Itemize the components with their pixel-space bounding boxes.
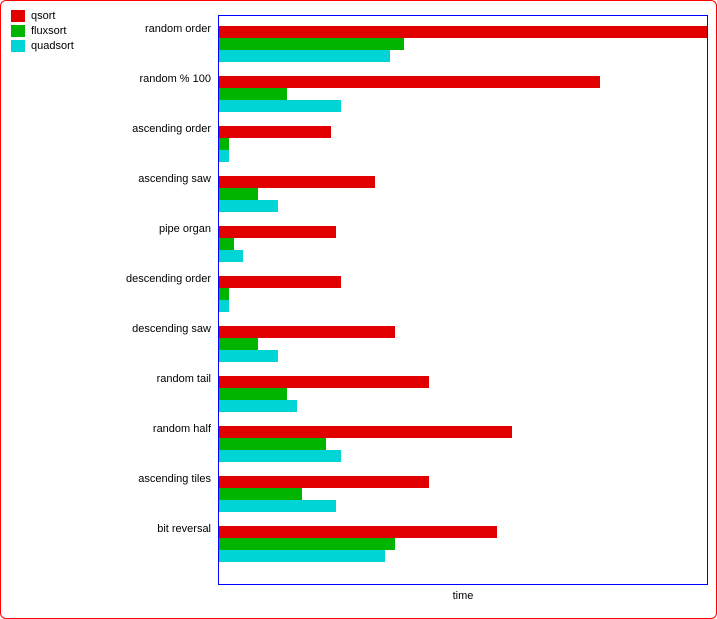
bar-quadsort — [219, 250, 243, 262]
bar-qsort — [219, 426, 512, 438]
y-tick-label: random tail — [11, 373, 211, 385]
bar-group: random tail — [219, 376, 707, 412]
legend-item-quadsort: quadsort — [11, 39, 74, 53]
bar-group: ascending saw — [219, 176, 707, 212]
y-tick-label: ascending order — [11, 123, 211, 135]
y-tick-label: random half — [11, 423, 211, 435]
bar-qsort — [219, 76, 600, 88]
bar-qsort — [219, 26, 707, 38]
bar-fluxsort — [219, 38, 404, 50]
y-tick-label: descending saw — [11, 323, 211, 335]
bar-group: random % 100 — [219, 76, 707, 112]
y-tick-label: bit reversal — [11, 523, 211, 535]
bar-fluxsort — [219, 338, 258, 350]
legend-swatch-icon — [11, 10, 25, 22]
bar-quadsort — [219, 550, 385, 562]
y-tick-label: ascending tiles — [11, 473, 211, 485]
chart-frame: qsort fluxsort quadsort random orderrand… — [0, 0, 717, 619]
bar-group: ascending tiles — [219, 476, 707, 512]
bar-group: random half — [219, 426, 707, 462]
bar-fluxsort — [219, 288, 229, 300]
legend-item-qsort: qsort — [11, 9, 74, 23]
bar-fluxsort — [219, 238, 234, 250]
bar-fluxsort — [219, 138, 229, 150]
plot-area: random order random % 100 ascending order a… — [218, 15, 708, 585]
bar-quadsort — [219, 500, 336, 512]
bar-quadsort — [219, 350, 278, 362]
bar-group: ascending order — [219, 126, 707, 162]
y-tick-label: descending order — [11, 273, 211, 285]
bar-group: pipe organ — [219, 226, 707, 262]
bar-qsort — [219, 376, 429, 388]
bar-qsort — [219, 226, 336, 238]
bar-quadsort — [219, 300, 229, 312]
bar-quadsort — [219, 150, 229, 162]
y-tick-label: ascending saw — [11, 173, 211, 185]
bar-qsort — [219, 176, 375, 188]
bar-quadsort — [219, 450, 341, 462]
legend-label: qsort — [31, 10, 55, 22]
bar-quadsort — [219, 200, 278, 212]
x-axis-label: time — [218, 590, 708, 602]
bar-fluxsort — [219, 538, 395, 550]
bar-group: random order — [219, 26, 707, 62]
bar-group: descending saw — [219, 326, 707, 362]
bar-fluxsort — [219, 488, 302, 500]
bar-qsort — [219, 476, 429, 488]
bar-fluxsort — [219, 438, 326, 450]
legend-swatch-icon — [11, 40, 25, 52]
bar-qsort — [219, 526, 497, 538]
y-tick-label: pipe organ — [11, 223, 211, 235]
bar-qsort — [219, 326, 395, 338]
legend-label: quadsort — [31, 40, 74, 52]
y-tick-label: random order — [11, 23, 211, 35]
bar-qsort — [219, 276, 341, 288]
bar-fluxsort — [219, 388, 287, 400]
bar-group: descending order — [219, 276, 707, 312]
y-tick-label: random % 100 — [11, 73, 211, 85]
bar-group: bit reversal — [219, 526, 707, 562]
bar-qsort — [219, 126, 331, 138]
bar-quadsort — [219, 400, 297, 412]
bar-quadsort — [219, 50, 390, 62]
bar-quadsort — [219, 100, 341, 112]
bar-fluxsort — [219, 188, 258, 200]
bar-fluxsort — [219, 88, 287, 100]
